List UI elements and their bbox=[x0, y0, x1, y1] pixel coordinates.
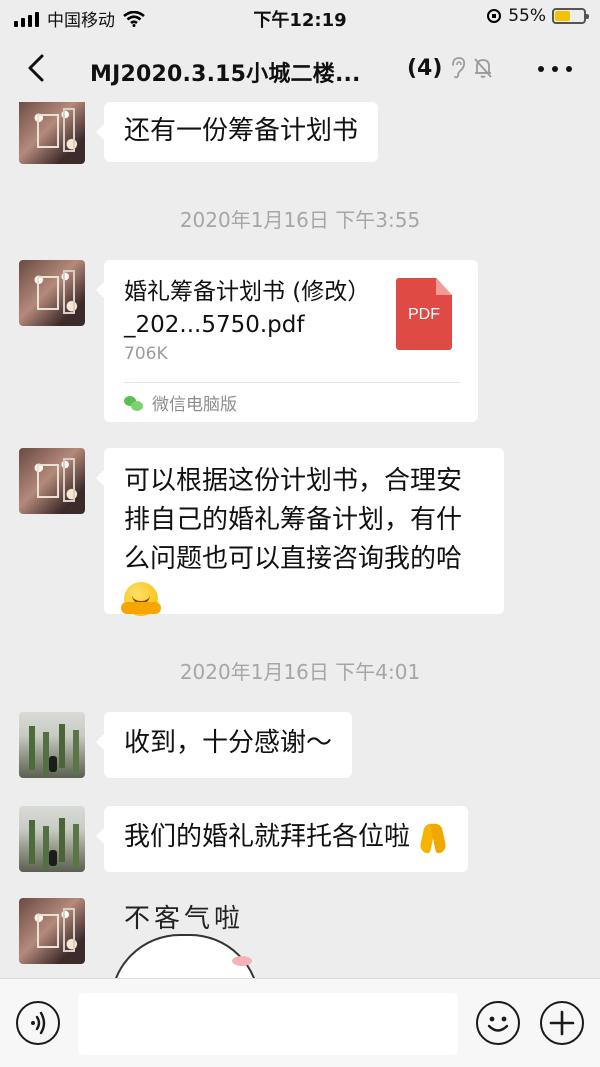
voice-button[interactable] bbox=[16, 1001, 60, 1045]
sticker-message[interactable]: 不客气啦 bbox=[104, 898, 274, 978]
file-message[interactable]: 婚礼筹备计划书 (修改）_202...5750.pdf 706K PDF 微信电… bbox=[96, 260, 478, 422]
status-bar: 中国移动 下午12:19 55% bbox=[0, 0, 600, 34]
file-name: 婚礼筹备计划书 (修改）_202...5750.pdf bbox=[124, 279, 371, 338]
more-icon[interactable] bbox=[538, 64, 572, 74]
wechat-icon bbox=[124, 394, 144, 412]
message-input[interactable] bbox=[78, 993, 458, 1055]
battery-fill bbox=[555, 11, 571, 21]
avatar[interactable] bbox=[19, 898, 85, 964]
battery-percent: 55% bbox=[508, 6, 546, 26]
folded-hands-emoji bbox=[418, 821, 448, 855]
sticker-text: 不客气啦 bbox=[124, 904, 245, 934]
avatar[interactable] bbox=[19, 712, 85, 778]
emoji-icon bbox=[487, 1016, 509, 1032]
battery-icon bbox=[552, 8, 589, 24]
emoji-button[interactable] bbox=[476, 1001, 520, 1045]
sticker-blush bbox=[232, 956, 252, 966]
avatar[interactable] bbox=[19, 806, 85, 872]
file-size: 706K bbox=[124, 344, 168, 364]
message-bubble[interactable]: 可以根据这份计划书，合理安排自己的婚礼筹备计划，有什么问题也可以直接咨询我的哈 bbox=[96, 448, 504, 616]
message-text: 可以根据这份计划书，合理安排自己的婚礼筹备计划，有什么问题也可以直接咨询我的哈 bbox=[124, 466, 463, 574]
chat-area[interactable]: 还有一份筹备计划书 2020年1月16日 下午3:55 婚礼筹备计划书 (修改）… bbox=[0, 102, 600, 978]
mute-bell-icon bbox=[474, 58, 492, 78]
message-bubble[interactable]: 还有一份筹备计划书 bbox=[95, 102, 379, 162]
message-bubble[interactable]: 收到，十分感谢～ bbox=[95, 712, 353, 778]
timestamp: 2020年1月16日 下午4:01 bbox=[179, 660, 421, 684]
avatar[interactable] bbox=[19, 102, 85, 164]
message-text: 我们的婚礼就拜托各位啦 bbox=[124, 822, 411, 852]
ear-icon bbox=[452, 57, 466, 79]
file-source: 微信电脑版 bbox=[124, 390, 237, 415]
chat-header: MJ2020.3.15小城二楼... (4) bbox=[0, 34, 600, 102]
avatar[interactable] bbox=[19, 448, 85, 514]
orientation-lock-icon bbox=[487, 9, 502, 23]
pdf-icon-label: PDF bbox=[408, 306, 440, 323]
message-text: 收到，十分感谢～ bbox=[124, 728, 333, 758]
avatar[interactable] bbox=[19, 260, 85, 326]
member-count: (4) bbox=[407, 56, 443, 81]
voice-icon bbox=[31, 1011, 46, 1035]
hugging-face-emoji bbox=[121, 581, 161, 616]
plus-icon bbox=[549, 1010, 575, 1036]
chat-title: MJ2020.3.15小城二楼... bbox=[90, 62, 361, 87]
file-source-label: 微信电脑版 bbox=[152, 395, 237, 415]
back-icon[interactable] bbox=[22, 50, 54, 86]
message-bubble[interactable]: 我们的婚礼就拜托各位啦 bbox=[95, 806, 469, 872]
timestamp: 2020年1月16日 下午3:55 bbox=[179, 208, 421, 232]
message-text: 还有一份筹备计划书 bbox=[124, 116, 359, 146]
plus-button[interactable] bbox=[540, 1001, 584, 1045]
divider bbox=[124, 382, 460, 383]
status-right: 55% bbox=[486, 6, 589, 26]
input-bar bbox=[0, 978, 600, 1067]
